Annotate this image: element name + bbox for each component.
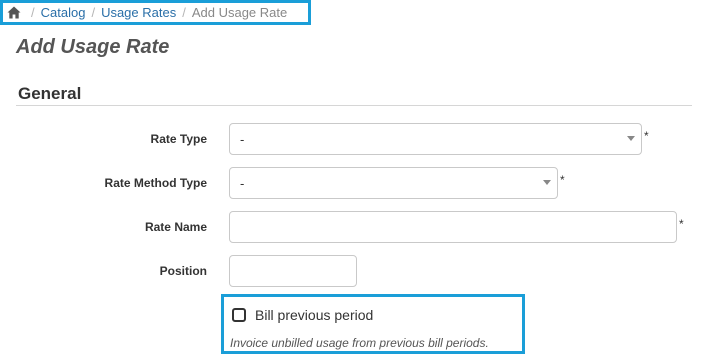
breadcrumb-separator: / [31, 5, 35, 20]
position-label: Position [159, 264, 207, 278]
breadcrumb-link-usage-rates[interactable]: Usage Rates [101, 5, 176, 20]
breadcrumb-current: Add Usage Rate [191, 5, 288, 20]
rate-method-type-selected-value: - [240, 175, 245, 191]
chevron-down-icon [543, 180, 551, 185]
position-input[interactable] [229, 255, 357, 287]
breadcrumb-link-catalog[interactable]: Catalog [41, 5, 86, 20]
home-icon[interactable] [7, 6, 21, 19]
rate-type-label: Rate Type [150, 132, 207, 146]
rate-type-select[interactable]: - [229, 123, 642, 155]
bill-previous-period-label: Bill previous period [255, 307, 374, 323]
bill-previous-period-group: Bill previous period Invoice unbilled us… [221, 294, 525, 354]
checkbox-unchecked-icon[interactable] [232, 308, 246, 322]
breadcrumb: / Catalog / Usage Rates / Add Usage Rate [0, 0, 311, 25]
bill-previous-period-checkbox[interactable]: Bill previous period [232, 307, 373, 323]
breadcrumb-separator: / [91, 5, 96, 20]
required-marker: * [560, 173, 565, 187]
rate-method-type-select[interactable]: - [229, 167, 558, 199]
rate-type-selected-value: - [240, 131, 245, 147]
breadcrumb-separator: / [182, 5, 186, 20]
rate-name-label: Rate Name [144, 220, 207, 234]
rate-method-type-label: Rate Method Type [104, 176, 207, 190]
chevron-down-icon [627, 136, 635, 141]
page-title: Add Usage Rate [16, 36, 170, 58]
add-usage-rate-page: / Catalog / Usage Rates / Add Usage Rate… [0, 0, 705, 355]
section-divider [16, 105, 692, 106]
rate-name-input[interactable] [229, 211, 677, 243]
required-marker: * [679, 217, 684, 231]
required-marker: * [644, 129, 649, 143]
section-title-general: General [18, 84, 82, 103]
bill-previous-period-help: Invoice unbilled usage from previous bil… [230, 336, 489, 350]
